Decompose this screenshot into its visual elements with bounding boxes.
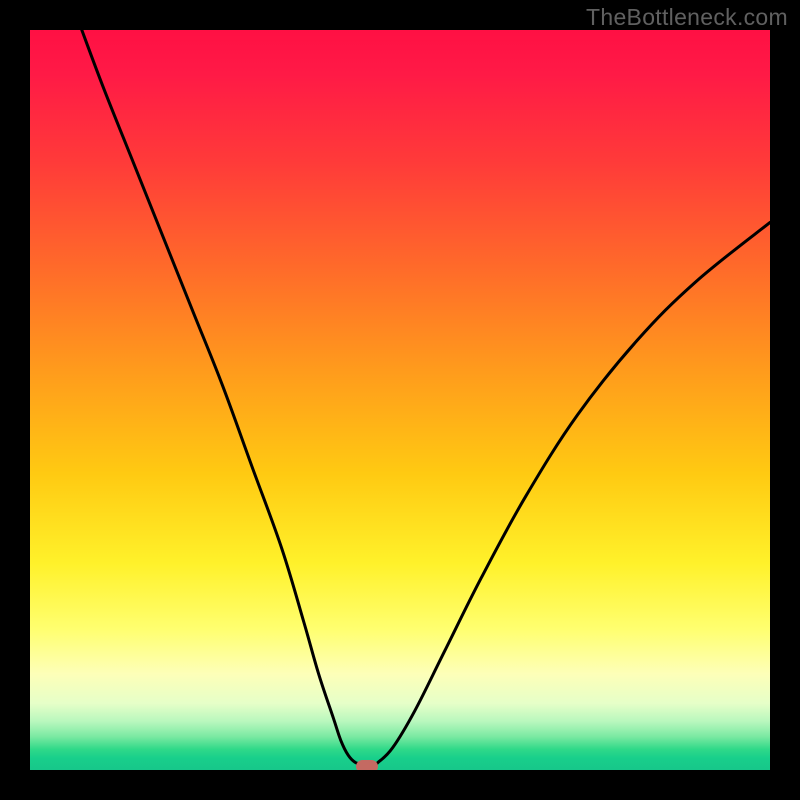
optimum-marker xyxy=(356,760,378,770)
bottleneck-curve xyxy=(30,30,770,770)
plot-area xyxy=(30,30,770,770)
chart-frame: TheBottleneck.com xyxy=(0,0,800,800)
watermark-text: TheBottleneck.com xyxy=(586,4,788,31)
